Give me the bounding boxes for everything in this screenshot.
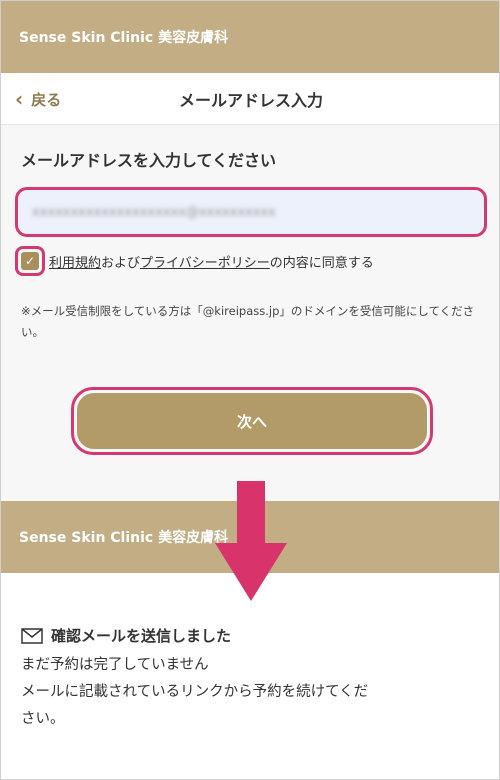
- screenshot-frame: Sense Skin Clinic 美容皮膚科 ‹ 戻る メールアドレス入力 メ…: [0, 0, 500, 780]
- domain-notice: ※メール受信制限をしている方は「@kireipass.jp」のドメインを受信可能…: [21, 304, 475, 339]
- email-input[interactable]: [32, 204, 470, 220]
- check-icon: ✓: [24, 254, 36, 268]
- next-button-highlight: 次へ: [71, 387, 433, 455]
- agree-row: ✓ 利用規約 および プライバシーポリシー の内容に同意する: [15, 246, 374, 276]
- terms-link[interactable]: 利用規約: [49, 252, 101, 271]
- clinic-header: Sense Skin Clinic 美容皮膚科: [1, 1, 499, 73]
- page-title: メールアドレス入力: [178, 91, 323, 110]
- agree-suffix: の内容に同意する: [269, 255, 374, 271]
- privacy-link[interactable]: プライバシーポリシー: [140, 252, 270, 271]
- arrow-down-icon: [215, 481, 287, 601]
- envelope-icon: [21, 627, 43, 644]
- confirm-line-2: メールに記載されているリンクから予約を続けてくだ: [21, 684, 369, 700]
- nav-bar: ‹ 戻る メールアドレス入力: [1, 73, 499, 125]
- form-heading: メールアドレスを入力してください: [21, 151, 277, 170]
- clinic-name: Sense Skin Clinic 美容皮膚科: [19, 30, 229, 46]
- email-form: メールアドレスを入力してください ✓ 利用規約 および プライバシーポリシー の…: [1, 125, 499, 501]
- clinic-name-confirm: Sense Skin Clinic 美容皮膚科: [19, 530, 229, 546]
- and-text: および: [101, 255, 141, 271]
- confirm-title: 確認メールを送信しました: [51, 627, 232, 645]
- agree-checkbox[interactable]: ✓: [21, 252, 39, 270]
- next-button[interactable]: 次へ: [77, 393, 427, 449]
- email-field-highlight: [15, 187, 487, 237]
- confirm-panel: 確認メールを送信しました まだ予約は完了していません メールに記載されているリン…: [1, 573, 499, 779]
- checkbox-highlight: ✓: [15, 246, 45, 276]
- confirm-title-row: 確認メールを送信しました: [21, 625, 231, 646]
- confirm-line-1: まだ予約は完了していません: [21, 657, 209, 673]
- confirm-line-3: さい。: [21, 711, 65, 727]
